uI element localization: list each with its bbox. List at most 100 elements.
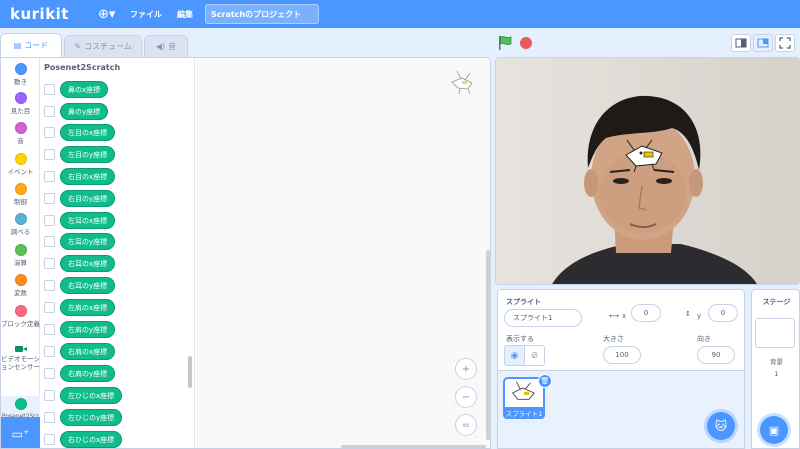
add-extension-icon: ▭⁺ (11, 426, 30, 441)
category-operators[interactable]: 演算 (1, 244, 40, 267)
block-checkbox[interactable] (44, 106, 55, 117)
reporter-block[interactable]: 右肩のx座標 (60, 343, 116, 360)
reporter-block[interactable]: 左目のy座標 (60, 146, 116, 163)
small-stage-button[interactable] (731, 34, 751, 52)
zoom-reset-button[interactable]: = (455, 414, 477, 436)
tab-code[interactable]: ▤ コード (0, 33, 62, 57)
control-dot-icon (14, 183, 27, 195)
tab-sounds[interactable]: ◀) 音 (144, 35, 188, 57)
block-checkbox[interactable] (44, 324, 55, 335)
category-video-sensing[interactable]: ビデオモーションセンサー (1, 345, 40, 371)
reporter-block[interactable]: 左ひじのy座標 (60, 409, 123, 426)
reporter-block[interactable]: 右目のy座標 (60, 190, 116, 207)
category-sensing[interactable]: 調べる (1, 213, 40, 236)
block-checkbox[interactable] (44, 215, 55, 226)
reporter-block[interactable]: 左耳のy座標 (60, 233, 116, 250)
sprite-label: スプライト (506, 298, 541, 306)
category-label: 演算 (14, 259, 27, 267)
zoom-in-button[interactable]: + (455, 358, 477, 380)
reporter-block[interactable]: 左肩のy座標 (60, 321, 116, 338)
size-input[interactable]: 100 (603, 346, 641, 364)
zoom-out-button[interactable]: − (455, 386, 477, 408)
block-palette: Posenet2Scratch 鼻のx座標 鼻のy座標 左目のx座標 左目のy座… (40, 58, 195, 448)
block-checkbox[interactable] (44, 434, 55, 445)
normal-stage-icon (757, 38, 769, 48)
reporter-block[interactable]: 右耳のy座標 (60, 277, 116, 294)
workspace-vertical-scrollbar[interactable] (486, 250, 490, 440)
show-eye-icon[interactable]: ◉ (504, 345, 525, 366)
reporter-block[interactable]: 左ひじのx座標 (60, 387, 123, 404)
project-title-input[interactable]: Scratchのプロジェクト (205, 4, 319, 24)
video-camera-icon (14, 345, 27, 353)
block-checkbox[interactable] (44, 412, 55, 423)
add-extension-button[interactable]: ▭⁺ (1, 417, 40, 448)
fullscreen-button[interactable] (775, 34, 795, 52)
file-menu[interactable]: ファイル (130, 9, 162, 20)
block-checkbox[interactable] (44, 280, 55, 291)
category-label: ブロック定義 (1, 320, 40, 328)
sensing-dot-icon (14, 213, 27, 225)
backdrop-count: 1 (774, 370, 779, 378)
language-globe-icon[interactable]: ⊕▾ (98, 7, 122, 22)
category-label: 制御 (14, 198, 27, 206)
block-checkbox[interactable] (44, 390, 55, 401)
reporter-block[interactable]: 鼻のy座標 (60, 103, 109, 120)
block-checkbox[interactable] (44, 258, 55, 269)
normal-stage-button[interactable] (753, 34, 773, 52)
tab-costumes[interactable]: ✎ コスチューム (64, 35, 142, 57)
code-icon: ▤ (13, 41, 22, 50)
sprite-thumbnail-label: スプライト1 (503, 407, 545, 419)
reporter-block[interactable]: 鼻のx座標 (60, 81, 109, 98)
webcam-video-feed (496, 58, 799, 284)
green-flag-icon[interactable] (497, 35, 513, 51)
category-my-blocks[interactable]: ブロック定義 (1, 305, 40, 328)
script-workspace[interactable]: + − = (196, 58, 490, 448)
kurikit-logo[interactable]: kurikit (10, 5, 90, 23)
hide-eye-icon[interactable]: ⊘ (524, 345, 545, 366)
list-item: 右肩のy座標 (44, 365, 116, 382)
block-checkbox[interactable] (44, 193, 55, 204)
block-checkbox[interactable] (44, 346, 55, 357)
block-checkbox[interactable] (44, 171, 55, 182)
block-checkbox[interactable] (44, 127, 55, 138)
add-backdrop-button[interactable]: ▣ (760, 416, 788, 444)
reporter-block[interactable]: 右耳のx座標 (60, 255, 116, 272)
category-posenet2scratch[interactable]: Posenet2Scr (1, 396, 40, 420)
stop-icon[interactable] (520, 37, 532, 49)
sprite-name-input[interactable]: スプライト1 (504, 309, 582, 327)
category-motion[interactable]: 動き (1, 63, 40, 86)
stage-canvas[interactable] (495, 57, 800, 285)
reporter-block[interactable]: 右目のx座標 (60, 168, 116, 185)
block-checkbox[interactable] (44, 149, 55, 160)
block-checkbox[interactable] (44, 84, 55, 95)
add-sprite-button[interactable]: 🐱 (707, 412, 735, 440)
category-variables[interactable]: 変数 (1, 274, 40, 297)
sprite-thumbnail[interactable]: 🗑 スプライト1 (503, 374, 552, 419)
reporter-block[interactable]: 右ひじのx座標 (60, 431, 123, 448)
reporter-block[interactable]: 左肩のx座標 (60, 299, 116, 316)
workspace-horizontal-scrollbar[interactable] (341, 445, 486, 448)
category-events[interactable]: イベント (1, 153, 40, 176)
x-input[interactable]: 0 (631, 304, 661, 322)
reporter-block[interactable]: 右肩のy座標 (60, 365, 116, 382)
block-checkbox[interactable] (44, 368, 55, 379)
y-input[interactable]: 0 (708, 304, 738, 322)
direction-input[interactable]: 90 (697, 346, 735, 364)
reporter-block[interactable]: 左耳のx座標 (60, 212, 116, 229)
block-checkbox[interactable] (44, 236, 55, 247)
list-item: 左ひじのx座標 (44, 387, 123, 404)
dove-sprite-icon (511, 381, 535, 400)
edit-menu[interactable]: 編集 (177, 9, 193, 20)
reporter-block[interactable]: 左目のx座標 (60, 124, 116, 141)
motion-dot-icon (14, 63, 27, 75)
category-control[interactable]: 制御 (1, 183, 40, 206)
category-sound[interactable]: 音 (1, 122, 40, 145)
delete-sprite-icon[interactable]: 🗑 (538, 374, 552, 388)
list-item: 左肩のy座標 (44, 321, 116, 338)
workspace-sprite-icon (451, 70, 473, 95)
palette-scrollbar[interactable] (188, 356, 192, 388)
list-item: 左目のx座標 (44, 124, 116, 141)
category-looks[interactable]: 見た目 (1, 92, 40, 115)
backdrop-thumbnail[interactable] (755, 318, 795, 348)
block-checkbox[interactable] (44, 302, 55, 313)
